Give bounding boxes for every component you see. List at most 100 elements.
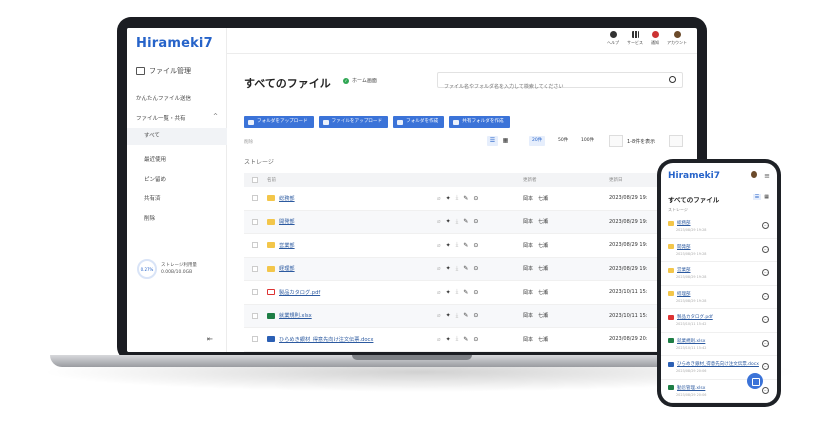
download-icon[interactable]: ⤓ (456, 265, 459, 273)
more-icon[interactable]: ⊙ (473, 195, 478, 202)
file-name-link[interactable]: 総務部 (267, 195, 437, 202)
col-date[interactable]: 更新日 (609, 177, 623, 183)
file-name-link[interactable]: 製品カタログ.pdf (668, 314, 713, 320)
pin-icon[interactable]: ✦ (446, 218, 451, 225)
more-icon[interactable]: ⋯ (762, 269, 769, 276)
search-input[interactable] (438, 80, 658, 94)
pin-icon[interactable]: ✦ (446, 312, 451, 319)
file-name-link[interactable]: 就業規則.xlsx (267, 312, 437, 319)
list-item[interactable]: 製品カタログ.pdf 2023/10/11 15:42 ⋯ (661, 309, 777, 333)
edit-icon[interactable]: ✎ (463, 312, 468, 319)
file-name-link[interactable]: 製品カタログ.pdf (267, 289, 437, 296)
more-icon[interactable]: ⋯ (762, 363, 769, 370)
edit-icon[interactable]: ✎ (463, 265, 468, 272)
more-icon[interactable]: ⋯ (762, 386, 769, 394)
link-icon[interactable]: ⌀ (437, 195, 441, 202)
download-icon[interactable]: ⤓ (456, 218, 459, 226)
file-name-link[interactable]: 勤怠管理.xlsx (668, 385, 705, 391)
link-icon[interactable]: ⌀ (437, 265, 441, 272)
file-name-link[interactable]: 開発部 (668, 244, 691, 250)
phone-fab-upload-button[interactable] (747, 373, 763, 389)
table-row[interactable]: 製品カタログ.pdf ⌀ ✦ ⤓ ✎ ⊙ 岡本 七瀬 2023/10/11 15: (244, 281, 697, 305)
row-checkbox[interactable] (252, 312, 258, 319)
more-icon[interactable]: ⋯ (762, 316, 769, 323)
file-name-link[interactable]: 就業規則.xlsx (668, 338, 705, 344)
sort-label[interactable]: 削除 (244, 139, 253, 145)
row-checkbox[interactable] (252, 289, 258, 296)
table-row[interactable]: 営業部 ⌀ ✦ ⤓ ✎ ⊙ 岡本 七瀬 2023/08/29 19: (244, 234, 697, 258)
more-icon[interactable]: ⋯ (762, 222, 769, 229)
more-icon[interactable]: ⋯ (762, 292, 769, 300)
more-icon[interactable]: ⋯ (762, 339, 769, 347)
row-checkbox[interactable] (252, 195, 258, 202)
search-icon[interactable] (669, 76, 676, 83)
row-checkbox[interactable] (252, 218, 258, 225)
link-icon[interactable]: ⌀ (437, 289, 441, 296)
file-name-link[interactable]: ひらめき銀材_得意先向け注文伝票.docx (267, 336, 437, 343)
upload-file-button[interactable]: ファイルをアップロード (318, 116, 389, 128)
search-box[interactable] (437, 72, 683, 94)
more-icon[interactable]: ⊙ (473, 312, 478, 319)
more-icon[interactable]: ⊙ (473, 336, 478, 343)
list-view-icon[interactable]: ☰ (752, 194, 762, 200)
list-view-icon[interactable]: ☰ (487, 136, 498, 146)
download-icon[interactable]: ⤓ (456, 288, 459, 296)
pin-icon[interactable]: ✦ (446, 265, 451, 272)
file-name-link[interactable]: 開発部 (267, 218, 437, 225)
file-name-link[interactable]: ひらめき銀材_得意先向け注文伝票.docx (668, 361, 759, 367)
more-icon[interactable]: ⊙ (473, 265, 478, 272)
link-icon[interactable]: ⌀ (437, 218, 441, 225)
file-name-link[interactable]: 経理部 (668, 291, 691, 297)
more-icon[interactable]: ⊙ (473, 218, 478, 225)
pin-icon[interactable]: ✦ (446, 336, 451, 343)
more-icon[interactable]: ⋯ (762, 245, 769, 253)
edit-icon[interactable]: ✎ (463, 289, 468, 296)
row-checkbox[interactable] (252, 336, 258, 343)
more-icon[interactable]: ⊙ (473, 242, 478, 249)
download-icon[interactable]: ⤓ (456, 312, 459, 320)
pin-icon[interactable]: ✦ (446, 195, 451, 202)
table-row[interactable]: 経理部 ⌀ ✦ ⤓ ✎ ⊙ 岡本 七瀬 2023/08/29 19: (244, 257, 697, 281)
table-row[interactable]: ひらめき銀材_得意先向け注文伝票.docx ⌀ ✦ ⤓ ✎ ⊙ 岡本 七瀬 2023/08/2… (244, 328, 697, 352)
file-name-link[interactable]: 経理部 (267, 265, 437, 272)
list-item[interactable]: 総務部 2023/08/29 19:28 ⋯ (661, 215, 777, 239)
file-name-link[interactable]: 総務部 (668, 220, 691, 226)
edit-icon[interactable]: ✎ (463, 218, 468, 225)
row-checkbox[interactable] (252, 265, 258, 272)
link-icon[interactable]: ⌀ (437, 312, 441, 319)
upload-folder-button[interactable]: フォルダをアップロード (244, 116, 314, 128)
grid-view-icon[interactable]: ▦ (500, 136, 511, 146)
table-row[interactable]: 総務部 ⌀ ✦ ⤓ ✎ ⊙ 岡本 七瀬 2023/08/29 19: (244, 187, 697, 211)
col-owner[interactable]: 更新者 (523, 177, 609, 183)
link-icon[interactable]: ⌀ (437, 242, 441, 249)
list-item[interactable]: 経理部 2023/08/29 19:28 ⋯ (661, 286, 777, 309)
create-shared-folder-button[interactable]: 共有フォルダを作成 (449, 116, 510, 128)
per-page-20[interactable]: 20件 (529, 136, 546, 146)
edit-icon[interactable]: ✎ (463, 336, 468, 343)
file-name-link[interactable]: 営業部 (668, 267, 691, 273)
per-page-100[interactable]: 100件 (578, 136, 597, 146)
table-row[interactable]: 開発部 ⌀ ✦ ⤓ ✎ ⊙ 岡本 七瀬 2023/08/29 19: (244, 210, 697, 234)
per-page-50[interactable]: 50件 (555, 136, 571, 146)
pin-icon[interactable]: ✦ (446, 242, 451, 249)
download-icon[interactable]: ⤓ (456, 194, 459, 202)
home-badge[interactable]: ✓ ホーム画面 (343, 77, 377, 84)
col-name[interactable]: 名前 (267, 177, 437, 183)
download-icon[interactable]: ⤓ (456, 241, 459, 249)
more-icon[interactable]: ⊙ (473, 289, 478, 296)
edit-icon[interactable]: ✎ (463, 242, 468, 249)
list-item[interactable]: 営業部 2023/08/29 19:28 ⋯ (661, 262, 777, 286)
file-name-link[interactable]: 営業部 (267, 242, 437, 249)
link-icon[interactable]: ⌀ (437, 336, 441, 343)
list-item[interactable]: 開発部 2023/08/29 19:28 ⋯ (661, 239, 777, 262)
prev-page-button[interactable] (609, 135, 623, 147)
create-folder-button[interactable]: フォルダを作成 (393, 116, 445, 128)
select-all-checkbox[interactable] (252, 177, 258, 183)
next-page-button[interactable] (669, 135, 683, 147)
pin-icon[interactable]: ✦ (446, 289, 451, 296)
download-icon[interactable]: ⤓ (456, 335, 459, 343)
table-row[interactable]: 就業規則.xlsx ⌀ ✦ ⤓ ✎ ⊙ 岡本 七瀬 2023/10/11 15: (244, 304, 697, 328)
menu-icon[interactable]: ≡ (764, 172, 770, 180)
edit-icon[interactable]: ✎ (463, 195, 468, 202)
phone-logo[interactable]: Hirameki7 (668, 171, 720, 181)
